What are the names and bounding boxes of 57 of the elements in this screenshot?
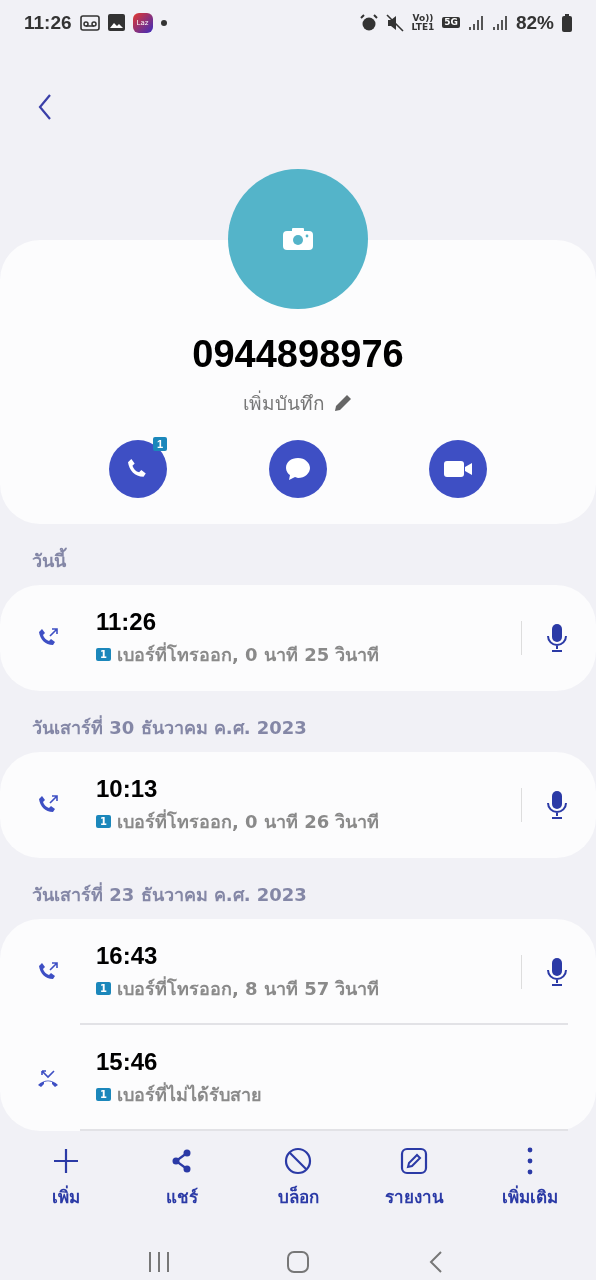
- call-detail: เบอร์ที่ไม่ได้รับสาย: [116, 1081, 262, 1107]
- recent-apps-button[interactable]: [147, 1250, 172, 1274]
- call-log-row[interactable]: 10:13 1 เบอร์ที่โทรออก, 0 นาที 26 วินาที: [0, 752, 596, 858]
- date-heading: วันเสาร์ที่ 30 ธันวาคม ค.ศ. 2023: [31, 714, 308, 740]
- lte-label: LTE1: [411, 22, 435, 32]
- video-call-button[interactable]: [429, 440, 487, 498]
- call-log-row[interactable]: 11:26 1 เบอร์ที่โทรออก, 0 นาที 25 วินาที: [0, 585, 596, 691]
- toolbar-button[interactable]: เพิ่มเติม: [478, 1147, 582, 1210]
- edit-icon: [400, 1147, 428, 1175]
- block-icon: [284, 1147, 312, 1175]
- add-note-label[interactable]: เพิ่มบันทึก: [243, 388, 325, 418]
- video-camera-icon: [444, 461, 472, 477]
- call-detail: เบอร์ที่โทรออก, 8 นาที 57 วินาที: [116, 975, 380, 1001]
- microphone-icon[interactable]: [546, 957, 568, 987]
- call-time: 16:43: [96, 941, 159, 970]
- home-button[interactable]: [286, 1250, 310, 1274]
- status-time: 11:26: [24, 11, 72, 34]
- microphone-icon[interactable]: [546, 790, 568, 820]
- network-label: 5G: [442, 17, 460, 28]
- microphone-icon[interactable]: [546, 623, 568, 653]
- date-heading: วันเสาร์ที่ 23 ธันวาคม ค.ศ. 2023: [31, 881, 308, 907]
- alarm-icon: [359, 13, 378, 32]
- plus-icon: [52, 1147, 80, 1175]
- signal-icon: [491, 14, 508, 31]
- call-time: 10:13: [96, 774, 159, 803]
- battery-icon: [562, 13, 572, 32]
- message-icon: [285, 458, 311, 480]
- sim-badge: 1: [96, 981, 111, 995]
- call-log-row[interactable]: 15:46 1 เบอร์ที่ไม่ได้รับสาย: [0, 1025, 596, 1131]
- message-button[interactable]: [269, 440, 327, 498]
- image-icon: [107, 14, 125, 31]
- battery-percent: 82%: [515, 11, 554, 34]
- mute-icon: [385, 13, 404, 32]
- more-icon: [527, 1147, 533, 1175]
- call-time: 15:46: [96, 1047, 159, 1076]
- toolbar-button[interactable]: แชร์: [130, 1147, 234, 1210]
- call-detail: เบอร์ที่โทรออก, 0 นาที 25 วินาที: [116, 641, 380, 667]
- sim-badge: 1: [96, 1087, 111, 1101]
- toolbar-button[interactable]: บล็อก: [246, 1147, 350, 1210]
- call-detail: เบอร์ที่โทรออก, 0 นาที 26 วินาที: [116, 808, 380, 834]
- sim-badge: 1: [96, 814, 111, 828]
- toolbar-button[interactable]: รายงาน: [362, 1147, 466, 1210]
- sim-badge: 1: [96, 647, 111, 661]
- call-time: 11:26: [96, 607, 158, 636]
- camera-icon: [283, 228, 313, 250]
- phone-number: 0944898976: [192, 333, 404, 376]
- call-button[interactable]: 1: [109, 440, 167, 498]
- sim-badge: 1: [152, 437, 167, 451]
- pencil-icon[interactable]: [333, 393, 353, 413]
- voicemail-icon: [79, 14, 100, 31]
- date-heading: วันนี้: [0, 524, 596, 585]
- phone-icon: [128, 459, 148, 479]
- toolbar-button[interactable]: เพิ่ม: [14, 1147, 118, 1210]
- call-log-row[interactable]: 16:43 1 เบอร์ที่โทรออก, 8 นาที 57 วินาที: [0, 919, 596, 1025]
- signal-icon: [467, 14, 484, 31]
- volte-label: Vo)): [411, 13, 435, 23]
- dot-icon: [160, 19, 167, 26]
